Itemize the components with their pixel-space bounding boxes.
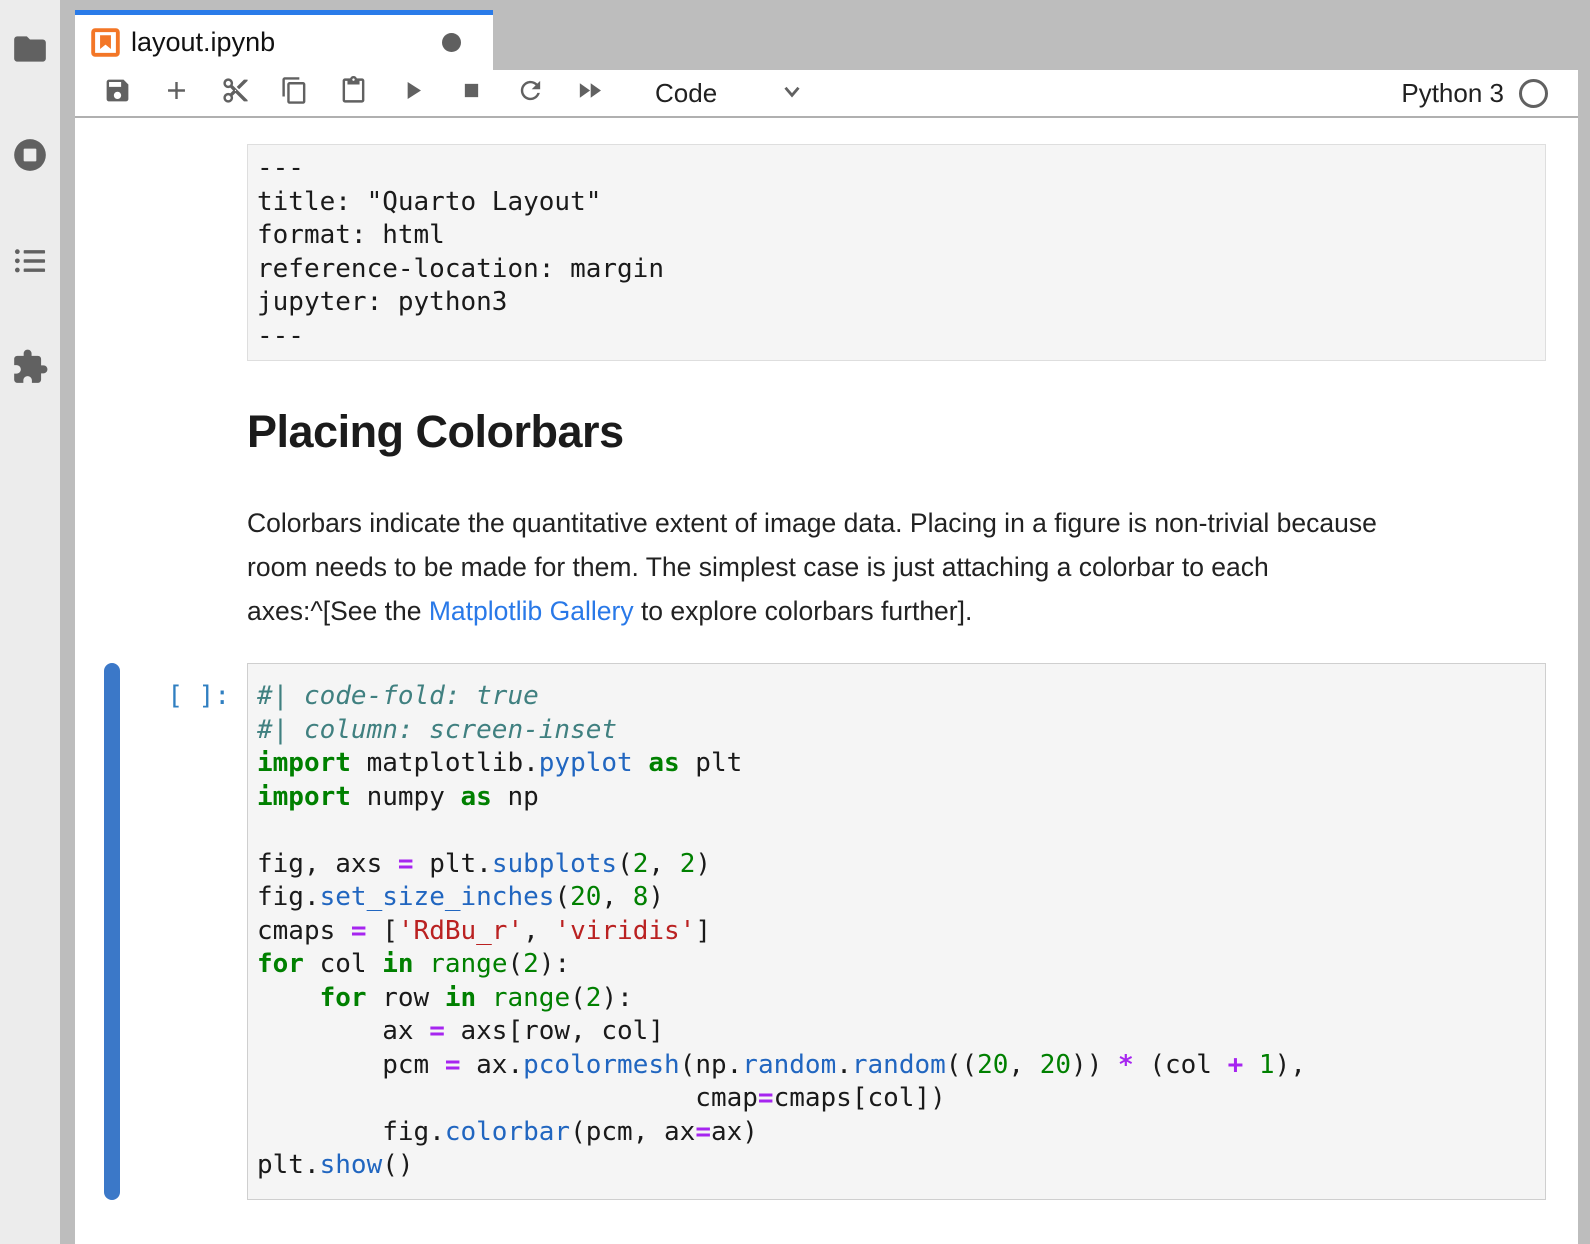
raw-cell-yaml[interactable]: ---title: "Quarto Layout"format: htmlref… xyxy=(247,144,1546,361)
cell-collapser-bar[interactable] xyxy=(104,663,120,1200)
copy-icon xyxy=(280,76,309,110)
restart-kernel-button[interactable] xyxy=(515,78,545,108)
kernel-idle-circle-icon xyxy=(1519,79,1548,108)
matplotlib-gallery-link[interactable]: Matplotlib Gallery xyxy=(429,596,634,626)
paste-cells-button[interactable] xyxy=(338,78,368,108)
restart-run-all-button[interactable] xyxy=(574,78,604,108)
jupyterlab-window: layout.ipynb xyxy=(0,0,1590,1244)
folder-icon xyxy=(11,30,49,73)
paragraph-line: room needs to be made for them. The simp… xyxy=(247,545,1578,589)
stop-circle-icon xyxy=(11,136,49,179)
copy-cells-button[interactable] xyxy=(279,78,309,108)
play-icon xyxy=(398,76,427,110)
markdown-paragraph: Colorbars indicate the quantitative exte… xyxy=(247,501,1578,633)
paragraph-line: axes:^[See the Matplotlib Gallery to exp… xyxy=(247,589,1578,633)
code-cell: [ ]: #| code-fold: true#| column: screen… xyxy=(104,663,1578,1200)
unsaved-changes-dot xyxy=(442,33,461,52)
stop-icon xyxy=(457,76,486,110)
cell-type-value: Code xyxy=(655,78,717,109)
kernel-indicator[interactable]: Python 3 xyxy=(1401,78,1548,109)
sidebar-item-extension-manager[interactable] xyxy=(10,349,50,389)
insert-cell-button[interactable] xyxy=(161,78,191,108)
notebook-toolbar: Code Python 3 xyxy=(75,70,1578,118)
main-panel: layout.ipynb xyxy=(75,0,1578,1244)
tab-bar: layout.ipynb xyxy=(75,0,1578,70)
puzzle-icon xyxy=(11,348,49,391)
fast-forward-icon xyxy=(575,76,604,110)
left-sidebar xyxy=(0,0,60,1244)
tab-layout-ipynb[interactable]: layout.ipynb xyxy=(75,10,493,70)
kernel-name: Python 3 xyxy=(1401,78,1504,109)
cut-cells-button[interactable] xyxy=(220,78,250,108)
sidebar-item-running-sessions[interactable] xyxy=(10,137,50,177)
cell-type-dropdown[interactable]: Code xyxy=(655,78,805,109)
heading-placing-colorbars: Placing Colorbars xyxy=(247,403,1578,461)
interrupt-kernel-button[interactable] xyxy=(456,78,486,108)
sidebar-item-table-of-contents[interactable] xyxy=(10,243,50,283)
run-cell-button[interactable] xyxy=(397,78,427,108)
plus-icon xyxy=(162,76,191,110)
markdown-cell[interactable]: Placing Colorbars Colorbars indicate the… xyxy=(247,403,1578,633)
execution-prompt: [ ]: xyxy=(120,663,247,1200)
notebook-area: ---title: "Quarto Layout"format: htmlref… xyxy=(75,118,1578,1244)
tab-title: layout.ipynb xyxy=(131,27,275,58)
paragraph-line: Colorbars indicate the quantitative exte… xyxy=(247,501,1578,545)
save-button[interactable] xyxy=(102,78,132,108)
clipboard-icon xyxy=(339,76,368,110)
save-icon xyxy=(103,76,132,110)
code-editor[interactable]: #| code-fold: true#| column: screen-inse… xyxy=(247,663,1546,1200)
list-icon xyxy=(11,242,49,285)
sidebar-item-file-browser[interactable] xyxy=(10,31,50,71)
chevron-down-icon xyxy=(779,78,805,109)
refresh-icon xyxy=(516,76,545,110)
scissors-icon xyxy=(221,76,250,110)
notebook-icon xyxy=(91,28,120,57)
